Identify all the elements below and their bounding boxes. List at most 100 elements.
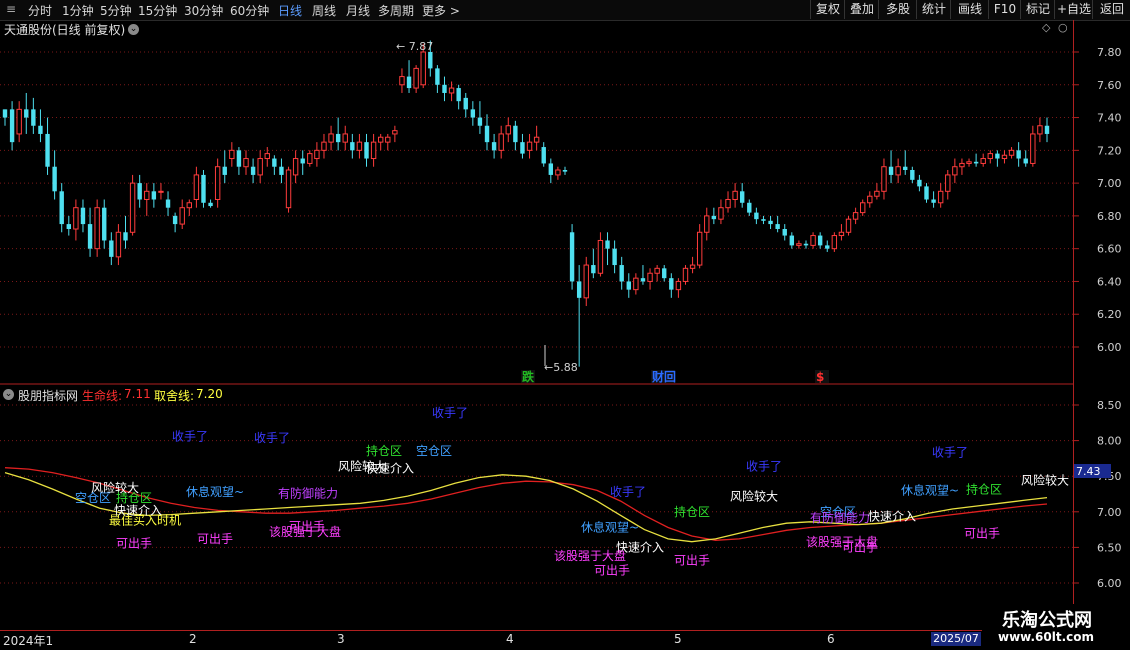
candle-body [696,231,703,266]
candle-body [1008,149,1015,156]
price-tick-label: 6.40 [1097,275,1122,288]
candle-body [654,267,660,274]
event-marker: 财回 [651,369,676,384]
candle-body [2,109,8,118]
candle-body [987,153,993,160]
candle-body [264,153,270,160]
candle-body [87,224,93,249]
candle-body [966,161,972,164]
candle-body [937,190,944,204]
price-tick-label: 6.80 [1097,210,1122,223]
candle-body [208,202,213,207]
candle-body [789,235,795,246]
candle-body [959,162,965,168]
candle-body [144,190,150,201]
candle-body [675,280,682,291]
candle-body [94,207,100,250]
signal-label: 风险较大 [730,488,778,503]
signal-label: 持仓区 [366,443,402,458]
candle-body [711,215,717,220]
candle-body [1023,158,1028,164]
event-marker: $ [816,370,824,384]
candle-body [973,161,979,164]
candle-body [24,109,29,118]
candle-body [31,109,36,126]
signal-label: 持仓区 [966,481,1002,496]
candle-body [129,182,136,233]
signal-label: 收手了 [610,485,646,499]
signal-label: 可出手 [197,532,233,546]
candle-body [491,142,497,151]
candle-body [151,191,157,200]
candle-body [761,219,766,221]
signal-label: 收手了 [254,431,290,445]
signal-label: 最佳买入时机 [109,514,181,528]
candle-body [498,133,504,151]
candle-body [477,117,483,126]
candle-body [279,166,284,175]
price-tick-label: 7.60 [1097,79,1122,92]
signal-label: 可出手 [674,553,710,567]
candle-body [662,268,667,279]
signal-label: 收手了 [932,445,968,459]
candle-body [612,248,617,266]
candle-body [732,190,738,201]
candle-body [747,202,752,213]
candle-body [995,153,1000,159]
candle-body [910,170,915,180]
right-axis [1073,20,1074,630]
candle-body [633,277,639,291]
candle-body [428,52,433,69]
candle-body [704,215,710,233]
signal-label: 休息观望~ [901,483,959,498]
signal-label: 持仓区 [674,504,710,519]
candle-body [350,142,355,151]
candle-body [59,191,64,225]
candle-body [314,149,320,160]
candle-body [66,224,71,229]
date-axis: 2024年1 2 3 4 5 6 2025/07 [0,630,1130,650]
event-marker: 跌 [522,369,535,384]
candle-body [647,272,653,282]
candle-body [285,169,292,209]
candle-body [257,158,263,176]
candle-body [768,220,773,225]
signal-label: 空仓区 [416,444,452,458]
candle-body [109,240,114,257]
date-label: 5 [674,632,682,646]
signal-label: 休息观望~ [581,520,639,535]
candle-body [392,130,398,135]
candle-body [860,202,866,214]
price-tick-label: 7.80 [1097,46,1122,59]
candle-body [803,243,809,246]
candle-body [243,158,249,168]
candle-body [456,88,461,102]
candle-body [605,240,610,249]
candle-body [9,109,15,143]
candle-body [782,229,787,236]
candle-body [328,133,334,143]
candle-body [16,108,22,135]
candle-body [569,232,575,282]
chart-canvas[interactable]: 7.80 7.60 7.40 7.20 7.00 6.80 6.60 6.40 6.20 6.00… [0,0,1130,650]
candle-body [193,174,200,201]
high-price-label: ← 7.87 [396,40,433,53]
date-label: 2024年1 [3,634,54,648]
candle-body [52,166,57,192]
candle-body [583,264,589,299]
candle-body [845,218,852,233]
candle-body [115,231,122,258]
signal-label: 快速介入 [868,509,916,523]
candle-body [399,76,405,86]
candle-body [903,166,908,170]
candle-body [640,278,646,282]
candle-body [548,163,554,175]
candle-body [463,97,468,110]
signal-label: 收手了 [432,406,468,420]
candle-body [158,190,164,193]
watermark: 乐淘公式网 www.60lt.com [982,604,1130,650]
candle-body [626,281,631,290]
candle-body [817,235,823,246]
signal-label: 该股强于大盘 [554,548,626,563]
date-label: 3 [337,632,345,646]
